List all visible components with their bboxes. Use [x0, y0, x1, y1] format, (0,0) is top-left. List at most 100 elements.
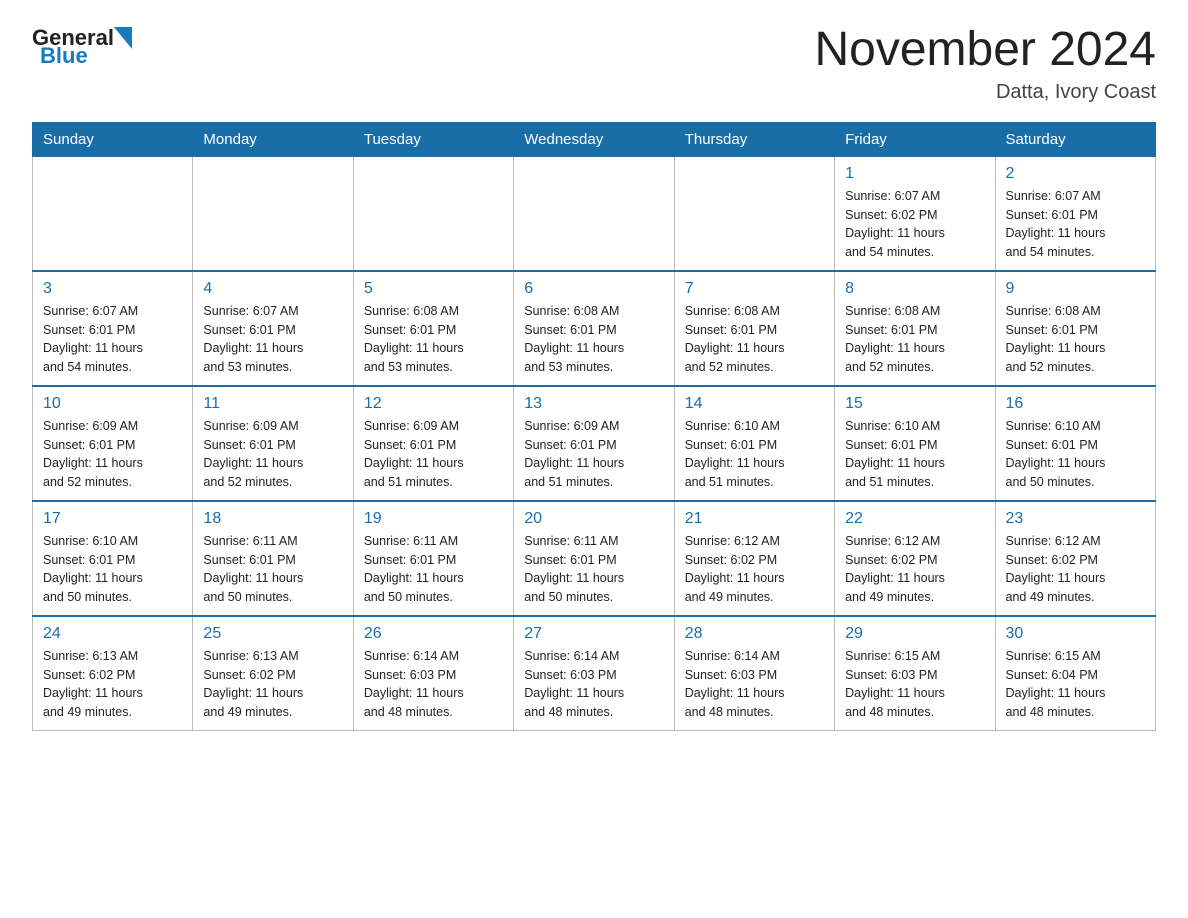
- day-info: Sunrise: 6:11 AMSunset: 6:01 PMDaylight:…: [203, 532, 342, 607]
- calendar-week-4: 17 Sunrise: 6:10 AMSunset: 6:01 PMDayligh…: [33, 501, 1156, 616]
- day-number: 22: [845, 510, 984, 528]
- day-number: 1: [845, 165, 984, 183]
- calendar-day: 15 Sunrise: 6:10 AMSunset: 6:01 PMDayligh…: [835, 386, 995, 501]
- title-block: November 2024 Datta, Ivory Coast: [814, 24, 1156, 104]
- day-info: Sunrise: 6:09 AMSunset: 6:01 PMDaylight:…: [524, 417, 663, 492]
- day-info: Sunrise: 6:11 AMSunset: 6:01 PMDaylight:…: [524, 532, 663, 607]
- calendar-day: 18 Sunrise: 6:11 AMSunset: 6:01 PMDayligh…: [193, 501, 353, 616]
- day-info: Sunrise: 6:11 AMSunset: 6:01 PMDaylight:…: [364, 532, 503, 607]
- day-number: 8: [845, 280, 984, 298]
- calendar-day: 20 Sunrise: 6:11 AMSunset: 6:01 PMDayligh…: [514, 501, 674, 616]
- calendar-day: 25 Sunrise: 6:13 AMSunset: 6:02 PMDayligh…: [193, 616, 353, 731]
- day-info: Sunrise: 6:08 AMSunset: 6:01 PMDaylight:…: [845, 302, 984, 377]
- day-number: 4: [203, 280, 342, 298]
- day-info: Sunrise: 6:07 AMSunset: 6:02 PMDaylight:…: [845, 187, 984, 262]
- calendar-day: 3 Sunrise: 6:07 AMSunset: 6:01 PMDaylight…: [33, 271, 193, 386]
- col-tuesday: Tuesday: [353, 122, 513, 156]
- col-sunday: Sunday: [33, 122, 193, 156]
- day-number: 17: [43, 510, 182, 528]
- day-info: Sunrise: 6:14 AMSunset: 6:03 PMDaylight:…: [524, 647, 663, 722]
- calendar-day: 24Sunrise: 6:13 AMSunset: 6:02 PMDayligh…: [33, 616, 193, 731]
- day-number: 29: [845, 625, 984, 643]
- day-number: 3: [43, 280, 182, 298]
- calendar-week-1: 1 Sunrise: 6:07 AMSunset: 6:02 PMDaylight…: [33, 156, 1156, 271]
- day-number: 23: [1006, 510, 1145, 528]
- day-number: 24: [43, 625, 182, 643]
- calendar-day: 10 Sunrise: 6:09 AMSunset: 6:01 PMDayligh…: [33, 386, 193, 501]
- day-number: 26: [364, 625, 503, 643]
- day-number: 10: [43, 395, 182, 413]
- page-header: General Blue November 2024 Datta, Ivory …: [32, 24, 1156, 104]
- calendar-day: 4 Sunrise: 6:07 AMSunset: 6:01 PMDaylight…: [193, 271, 353, 386]
- day-info: Sunrise: 6:08 AMSunset: 6:01 PMDaylight:…: [1006, 302, 1145, 377]
- calendar-day: [33, 156, 193, 271]
- calendar-day: 1 Sunrise: 6:07 AMSunset: 6:02 PMDaylight…: [835, 156, 995, 271]
- day-number: 25: [203, 625, 342, 643]
- col-friday: Friday: [835, 122, 995, 156]
- col-saturday: Saturday: [995, 122, 1155, 156]
- day-info: Sunrise: 6:12 AMSunset: 6:02 PMDaylight:…: [845, 532, 984, 607]
- calendar-day: 5 Sunrise: 6:08 AMSunset: 6:01 PMDaylight…: [353, 271, 513, 386]
- day-number: 27: [524, 625, 663, 643]
- calendar-day: 6 Sunrise: 6:08 AMSunset: 6:01 PMDaylight…: [514, 271, 674, 386]
- day-number: 18: [203, 510, 342, 528]
- day-number: 12: [364, 395, 503, 413]
- day-number: 28: [685, 625, 824, 643]
- calendar-day: 28 Sunrise: 6:14 AMSunset: 6:03 PMDayligh…: [674, 616, 834, 731]
- calendar-week-5: 24 Sunrise: 6:13 AMSunset: 6:02 PMDayligh…: [33, 616, 1156, 731]
- logo-blue-text: Blue: [40, 43, 88, 69]
- calendar-day: 16 Sunrise: 6:10 AMSunset: 6:01 PMDayligh…: [995, 386, 1155, 501]
- calendar-week-3: 10 Sunrise: 6:09 AMSunset: 6:01 PMDayligh…: [33, 386, 1156, 501]
- day-number: 6: [524, 280, 663, 298]
- calendar-day: 14Sunrise: 6:10 AMSunset: 6:01 PMDayligh…: [674, 386, 834, 501]
- day-number: 20: [524, 510, 663, 528]
- day-info: Sunrise: 6:10 AMSunset: 6:01 PMDaylight:…: [43, 532, 182, 607]
- day-info: Sunrise: 6:14 AMSunset: 6:03 PMDaylight:…: [685, 647, 824, 722]
- calendar-header-row: Sunday Monday Tuesday Wednesday Thursday…: [33, 122, 1156, 156]
- calendar-day: 23Sunrise: 6:12 AMSunset: 6:02 PMDayligh…: [995, 501, 1155, 616]
- day-number: 5: [364, 280, 503, 298]
- calendar-day: 12Sunrise: 6:09 AMSunset: 6:01 PMDayligh…: [353, 386, 513, 501]
- day-info: Sunrise: 6:09 AMSunset: 6:01 PMDaylight:…: [43, 417, 182, 492]
- calendar-day: 27 Sunrise: 6:14 AMSunset: 6:03 PMDayligh…: [514, 616, 674, 731]
- day-info: Sunrise: 6:07 AMSunset: 6:01 PMDaylight:…: [203, 302, 342, 377]
- calendar-day: [514, 156, 674, 271]
- day-info: Sunrise: 6:10 AMSunset: 6:01 PMDaylight:…: [1006, 417, 1145, 492]
- calendar-day: 22 Sunrise: 6:12 AMSunset: 6:02 PMDayligh…: [835, 501, 995, 616]
- day-info: Sunrise: 6:13 AMSunset: 6:02 PMDaylight:…: [203, 647, 342, 722]
- day-info: Sunrise: 6:12 AMSunset: 6:02 PMDaylight:…: [685, 532, 824, 607]
- day-number: 19: [364, 510, 503, 528]
- day-info: Sunrise: 6:10 AMSunset: 6:01 PMDaylight:…: [845, 417, 984, 492]
- calendar-day: [353, 156, 513, 271]
- day-number: 16: [1006, 395, 1145, 413]
- day-info: Sunrise: 6:10 AMSunset: 6:01 PMDaylight:…: [685, 417, 824, 492]
- calendar-day: [193, 156, 353, 271]
- calendar-day: 29 Sunrise: 6:15 AMSunset: 6:03 PMDayligh…: [835, 616, 995, 731]
- day-info: Sunrise: 6:15 AMSunset: 6:04 PMDaylight:…: [1006, 647, 1145, 722]
- day-info: Sunrise: 6:07 AMSunset: 6:01 PMDaylight:…: [1006, 187, 1145, 262]
- calendar-day: 11Sunrise: 6:09 AMSunset: 6:01 PMDayligh…: [193, 386, 353, 501]
- day-info: Sunrise: 6:15 AMSunset: 6:03 PMDaylight:…: [845, 647, 984, 722]
- calendar-day: 7Sunrise: 6:08 AMSunset: 6:01 PMDaylight…: [674, 271, 834, 386]
- day-number: 30: [1006, 625, 1145, 643]
- calendar-day: 19 Sunrise: 6:11 AMSunset: 6:01 PMDayligh…: [353, 501, 513, 616]
- day-number: 2: [1006, 165, 1145, 183]
- day-info: Sunrise: 6:08 AMSunset: 6:01 PMDaylight:…: [524, 302, 663, 377]
- calendar-day: 8 Sunrise: 6:08 AMSunset: 6:01 PMDaylight…: [835, 271, 995, 386]
- day-info: Sunrise: 6:07 AMSunset: 6:01 PMDaylight:…: [43, 302, 182, 377]
- col-monday: Monday: [193, 122, 353, 156]
- calendar-week-2: 3 Sunrise: 6:07 AMSunset: 6:01 PMDaylight…: [33, 271, 1156, 386]
- calendar-day: 21 Sunrise: 6:12 AMSunset: 6:02 PMDayligh…: [674, 501, 834, 616]
- day-number: 15: [845, 395, 984, 413]
- col-wednesday: Wednesday: [514, 122, 674, 156]
- day-info: Sunrise: 6:08 AMSunset: 6:01 PMDaylight:…: [364, 302, 503, 377]
- calendar-day: 9Sunrise: 6:08 AMSunset: 6:01 PMDaylight…: [995, 271, 1155, 386]
- col-thursday: Thursday: [674, 122, 834, 156]
- calendar-day: 17 Sunrise: 6:10 AMSunset: 6:01 PMDayligh…: [33, 501, 193, 616]
- calendar-day: 13Sunrise: 6:09 AMSunset: 6:01 PMDayligh…: [514, 386, 674, 501]
- day-number: 21: [685, 510, 824, 528]
- calendar-table: Sunday Monday Tuesday Wednesday Thursday…: [32, 122, 1156, 731]
- calendar-day: [674, 156, 834, 271]
- logo: General Blue: [32, 24, 132, 69]
- calendar-day: 30 Sunrise: 6:15 AMSunset: 6:04 PMDayligh…: [995, 616, 1155, 731]
